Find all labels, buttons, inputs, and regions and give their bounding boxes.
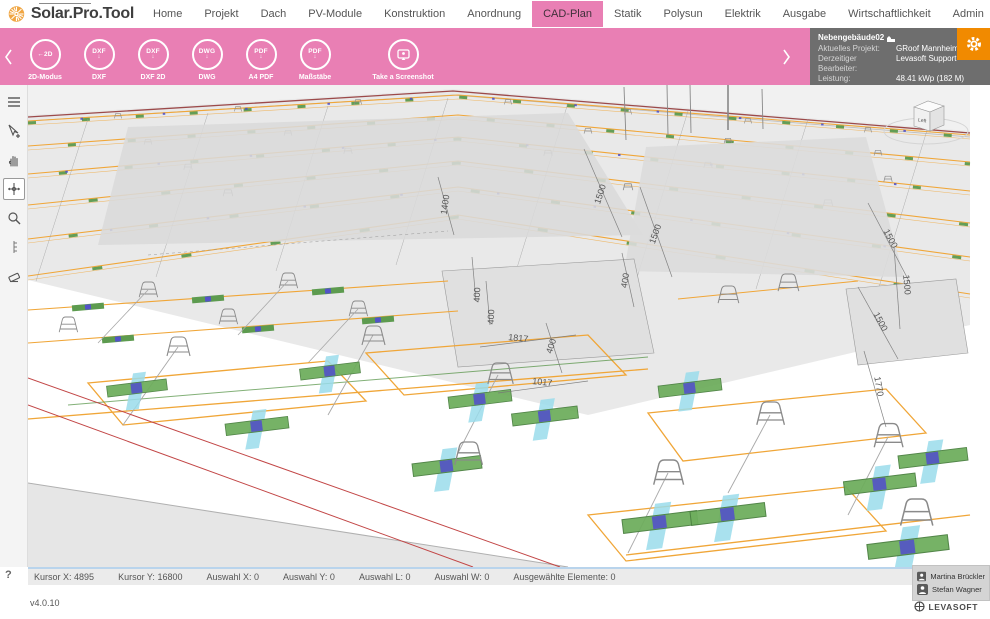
- dimension-label: 1017: [532, 376, 553, 388]
- viewport-right-gutter: [972, 85, 990, 567]
- menu-item-pv-module[interactable]: PV-Module: [297, 1, 373, 27]
- toolbar-scroll-right-button[interactable]: [778, 47, 794, 67]
- hamburger-icon: [7, 95, 21, 109]
- sidebar-tool-select[interactable]: [3, 120, 25, 142]
- dwg-file-icon: DWG: [192, 39, 223, 70]
- menu-item-ausgabe[interactable]: Ausgabe: [772, 1, 837, 27]
- sun-logo-icon: [8, 2, 25, 26]
- statusbar: Kursor X: 4895 Kursor Y: 16800 Auswahl X…: [28, 567, 970, 585]
- pdf-file-icon: PDF: [246, 39, 277, 70]
- project-info-panel: Nebengebäude02 Aktuelles Projekt:GRoof M…: [810, 28, 990, 85]
- 2d-mode-icon: ←2D: [30, 39, 61, 70]
- cad-viewport[interactable]: 1400 1500 1500 1500 1500 1500 1770 400 4…: [28, 85, 990, 567]
- menu-item-wirtschaftlichkeit[interactable]: Wirtschaftlichkeit: [837, 1, 942, 27]
- toolbar-buttons: ←2D 2D-Modus DXF DXF DXF DXF 2D DWG DWG …: [18, 32, 452, 81]
- selected-elements-readout: Ausgewählte Elemente: 0: [513, 572, 615, 582]
- app-version: v4.0.10: [30, 598, 60, 608]
- take-screenshot-button[interactable]: Take a Screenshot: [354, 32, 452, 81]
- selection-w-readout: Auswahl W: 0: [435, 572, 490, 582]
- chevron-left-icon: [4, 49, 13, 65]
- menu-item-projekt[interactable]: Projekt: [193, 1, 249, 27]
- selection-x-readout: Auswahl X: 0: [206, 572, 259, 582]
- menu-item-admin[interactable]: Admin: [942, 1, 990, 27]
- dxf-2d-export-button[interactable]: DXF DXF 2D: [126, 32, 180, 81]
- dxf-2d-file-icon: DXF: [138, 39, 169, 70]
- hand-icon: [7, 153, 21, 167]
- main-menu: Home Projekt Dach PV-Module Konstruktion…: [142, 1, 990, 27]
- view-cube-face-label: Left: [918, 117, 928, 124]
- sidebar-tool-pan[interactable]: [3, 149, 25, 171]
- menubar: Solar.Pro.Tool Home Projekt Dach PV-Modu…: [0, 0, 990, 29]
- levasoft-icon: [914, 601, 925, 612]
- tool-sidebar: [0, 85, 28, 567]
- cursor-x-readout: Kursor X: 4895: [34, 572, 94, 582]
- dimension-label: 1817: [508, 332, 529, 344]
- user-row[interactable]: Stefan Wagner: [917, 584, 985, 595]
- cursor-add-icon: [7, 124, 21, 138]
- cad-scene[interactable]: 1400 1500 1500 1500 1500 1500 1770 400 4…: [28, 85, 990, 567]
- pdf-scale-icon: PDF: [300, 39, 331, 70]
- 2d-mode-button[interactable]: ←2D 2D-Modus: [18, 32, 72, 81]
- sidebar-tool-measure[interactable]: [3, 236, 25, 258]
- menu-item-konstruktion[interactable]: Konstruktion: [373, 1, 456, 27]
- settings-button[interactable]: [957, 28, 990, 60]
- menu-item-cad-plan[interactable]: CAD-Plan: [532, 1, 603, 27]
- dxf-file-icon: DXF: [84, 39, 115, 70]
- menu-item-dach[interactable]: Dach: [250, 1, 298, 27]
- help-button[interactable]: ?: [5, 569, 12, 581]
- dimension-label: 1500: [901, 274, 913, 295]
- selection-y-readout: Auswahl Y: 0: [283, 572, 335, 582]
- user-row[interactable]: Martina Brückler: [917, 571, 985, 582]
- dwg-export-button[interactable]: DWG DWG: [180, 32, 234, 81]
- sidebar-tool-zoom[interactable]: [3, 207, 25, 229]
- cursor-y-readout: Kursor Y: 16800: [118, 572, 182, 582]
- gear-icon: [965, 35, 983, 53]
- sidebar-tool-move[interactable]: [3, 178, 25, 200]
- dimension-label: 400: [472, 287, 483, 302]
- menu-item-home[interactable]: Home: [142, 1, 193, 27]
- magnifier-icon: [7, 211, 21, 225]
- menu-item-statik[interactable]: Statik: [603, 1, 653, 27]
- ruler-icon: [7, 240, 21, 254]
- project-row: Leistung:48.41 kWp (182 M): [818, 74, 990, 84]
- vendor-logo: LEVASOFT: [914, 601, 978, 612]
- brand-wordmark: Solar.Pro.Tool: [31, 5, 134, 23]
- menu-item-elektrik[interactable]: Elektrik: [714, 1, 772, 27]
- toolbar-scroll-left-button[interactable]: [0, 47, 16, 67]
- selection-l-readout: Auswahl L: 0: [359, 572, 411, 582]
- move-crosshair-icon: [7, 182, 21, 196]
- dxf-export-button[interactable]: DXF DXF: [72, 32, 126, 81]
- user-avatar-icon: [917, 584, 928, 595]
- online-users-panel: Martina Brückler Stefan Wagner: [912, 565, 990, 601]
- menu-item-polysun[interactable]: Polysun: [653, 1, 714, 27]
- building-icon: [887, 35, 895, 42]
- screenshot-icon: [388, 39, 419, 70]
- a4-pdf-export-button[interactable]: PDF A4 PDF: [234, 32, 288, 81]
- dimension-label: 400: [486, 309, 497, 324]
- eraser-icon: [7, 269, 21, 283]
- menu-item-anordnung[interactable]: Anordnung: [456, 1, 532, 27]
- user-avatar-icon: [917, 571, 926, 582]
- app-logo[interactable]: Solar.Pro.Tool: [0, 2, 134, 26]
- sidebar-tool-erase[interactable]: [3, 265, 25, 287]
- massstaebe-button[interactable]: PDF Maßstäbe: [288, 32, 342, 81]
- sidebar-menu-button[interactable]: [3, 91, 25, 113]
- chevron-right-icon: [782, 49, 791, 65]
